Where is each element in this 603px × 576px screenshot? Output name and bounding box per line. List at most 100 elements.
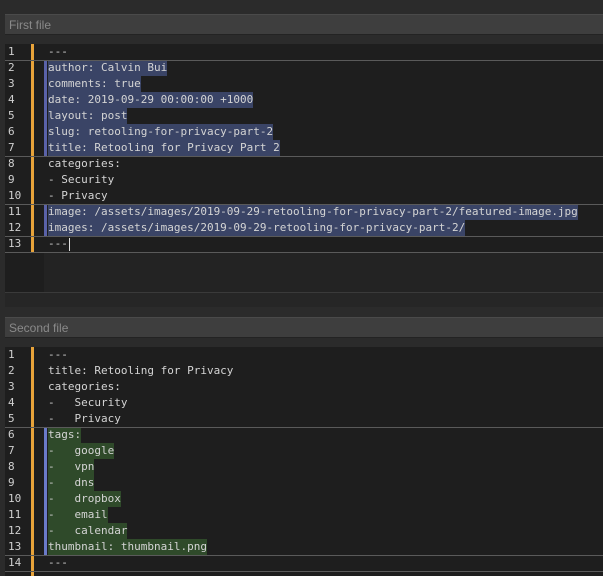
line-text[interactable]: slug: retooling-for-privacy-part-2 xyxy=(48,124,274,140)
line-number: 12 xyxy=(8,524,22,537)
first-file-editor[interactable]: 1 --- 2 author: Calvin Bui 3 comments: true 4 d… xyxy=(5,44,603,292)
line-text[interactable]: --- xyxy=(48,236,70,252)
line-number: 11 xyxy=(8,508,22,521)
line-text[interactable]: author: Calvin Bui xyxy=(48,60,168,76)
line-number: 4 xyxy=(8,396,15,409)
line-text[interactable]: - Security xyxy=(48,172,114,188)
line-text[interactable]: image: /assets/images/2019-09-29-retooli… xyxy=(48,204,578,220)
first-file-line-7[interactable]: 7 title: Retooling for Privacy Part 2 xyxy=(5,140,603,156)
second-file-line-9[interactable]: 9 - dns xyxy=(5,475,603,491)
line-text[interactable]: layout: post xyxy=(48,108,128,124)
second-file-line-13[interactable]: 13 thumbnail: thumbnail.png xyxy=(5,539,603,555)
first-file-line-10[interactable]: 10 - Privacy xyxy=(5,188,603,204)
line-number: 7 xyxy=(8,444,15,457)
second-file-header: Second file xyxy=(5,317,603,338)
second-file-line-6[interactable]: 6 tags: xyxy=(5,427,603,443)
line-text[interactable]: - dropbox xyxy=(48,491,121,507)
first-file-line-6[interactable]: 6 slug: retooling-for-privacy-part-2 xyxy=(5,124,603,140)
first-file-line-13[interactable]: 13 --- xyxy=(5,236,603,252)
first-file-line-9[interactable]: 9 - Security xyxy=(5,172,603,188)
line-number: 4 xyxy=(8,93,15,106)
diff-marker xyxy=(44,523,47,539)
line-text[interactable]: - dns xyxy=(48,475,95,491)
second-file-line-12[interactable]: 12 - calendar xyxy=(5,523,603,539)
line-text[interactable]: tags: xyxy=(48,427,82,443)
second-file-line-7[interactable]: 7 - google xyxy=(5,443,603,459)
first-file-title: First file xyxy=(9,18,51,32)
first-file-empty-area[interactable] xyxy=(44,252,603,292)
diff-marker xyxy=(44,60,47,76)
line-number: 12 xyxy=(8,221,22,234)
line-text[interactable]: - calendar xyxy=(48,523,128,539)
first-file-line-8[interactable]: 8 categories: xyxy=(5,156,603,172)
first-file-line-5[interactable]: 5 layout: post xyxy=(5,108,603,124)
diff-marker xyxy=(44,92,47,108)
first-file-line-4[interactable]: 4 date: 2019-09-29 00:00:00 +1000 xyxy=(5,92,603,108)
block-separator xyxy=(5,156,603,157)
diff-marker xyxy=(44,459,47,475)
block-separator xyxy=(5,60,603,61)
text-cursor xyxy=(68,237,70,251)
line-text[interactable]: title: Retooling for Privacy Part 2 xyxy=(48,140,280,156)
diff-marker xyxy=(44,491,47,507)
block-separator xyxy=(5,427,603,428)
line-text[interactable]: date: 2019-09-29 00:00:00 +1000 xyxy=(48,92,254,108)
line-number: 14 xyxy=(8,556,22,569)
first-file-scrollbar[interactable] xyxy=(5,292,603,307)
first-file-line-11[interactable]: 11 image: /assets/images/2019-09-29-retoo… xyxy=(5,204,603,220)
line-number: 8 xyxy=(8,157,15,170)
second-file-line-2[interactable]: 2 title: Retooling for Privacy xyxy=(5,363,603,379)
diff-marker xyxy=(44,443,47,459)
line-number: 6 xyxy=(8,125,15,138)
second-file-editor[interactable]: 1 --- 2 title: Retooling for Privacy 3 catego… xyxy=(5,347,603,576)
second-file-line-10[interactable]: 10 - dropbox xyxy=(5,491,603,507)
line-number: 3 xyxy=(8,380,15,393)
first-file-line-3[interactable]: 3 comments: true xyxy=(5,76,603,92)
block-separator xyxy=(5,252,603,253)
block-separator xyxy=(5,555,603,556)
line-text[interactable]: --- xyxy=(48,44,68,60)
line-number: 1 xyxy=(8,348,15,361)
line-number: 7 xyxy=(8,141,15,154)
line-text[interactable]: comments: true xyxy=(48,76,141,92)
line-text[interactable]: - vpn xyxy=(48,459,95,475)
line-text[interactable]: - Security xyxy=(48,395,127,411)
line-number: 10 xyxy=(8,492,22,505)
diff-marker xyxy=(44,507,47,523)
diff-marker xyxy=(44,140,47,156)
first-file-line-2[interactable]: 2 author: Calvin Bui xyxy=(5,60,603,76)
diff-marker xyxy=(44,204,47,220)
diff-marker xyxy=(44,475,47,491)
second-file-line-11[interactable]: 11 - email xyxy=(5,507,603,523)
diff-marker xyxy=(44,124,47,140)
line-number: 10 xyxy=(8,189,22,202)
line-text[interactable]: --- xyxy=(48,347,68,363)
line-text[interactable]: --- xyxy=(48,555,68,571)
diff-marker xyxy=(44,108,47,124)
second-file-line-5[interactable]: 5 - Privacy xyxy=(5,411,603,427)
line-text[interactable]: - Privacy xyxy=(48,411,121,427)
line-number: 6 xyxy=(8,428,15,441)
second-file-line-8[interactable]: 8 - vpn xyxy=(5,459,603,475)
line-number: 9 xyxy=(8,173,15,186)
line-text[interactable]: - email xyxy=(48,507,108,523)
second-file-title: Second file xyxy=(9,321,69,335)
line-text[interactable]: categories: xyxy=(48,156,121,172)
diff-marker xyxy=(44,427,47,443)
second-file-line-4[interactable]: 4 - Security xyxy=(5,395,603,411)
first-file-line-1[interactable]: 1 --- xyxy=(5,44,603,60)
line-number: 8 xyxy=(8,460,15,473)
second-file-line-1[interactable]: 1 --- xyxy=(5,347,603,363)
second-file-line-14[interactable]: 14 --- xyxy=(5,555,603,571)
first-file-line-12[interactable]: 12 images: /assets/images/2019-09-29-reto… xyxy=(5,220,603,236)
line-text[interactable]: categories: xyxy=(48,379,121,395)
line-text[interactable]: images: /assets/images/2019-09-29-retool… xyxy=(48,220,466,236)
line-text[interactable]: title: Retooling for Privacy xyxy=(48,363,233,379)
line-text[interactable]: thumbnail: thumbnail.png xyxy=(48,539,207,555)
line-number: 5 xyxy=(8,109,15,122)
second-file-line-3[interactable]: 3 categories: xyxy=(5,379,603,395)
line-number: 3 xyxy=(8,77,15,90)
line-number: 11 xyxy=(8,205,22,218)
line-text[interactable]: - google xyxy=(48,443,115,459)
line-text[interactable]: - Privacy xyxy=(48,188,108,204)
